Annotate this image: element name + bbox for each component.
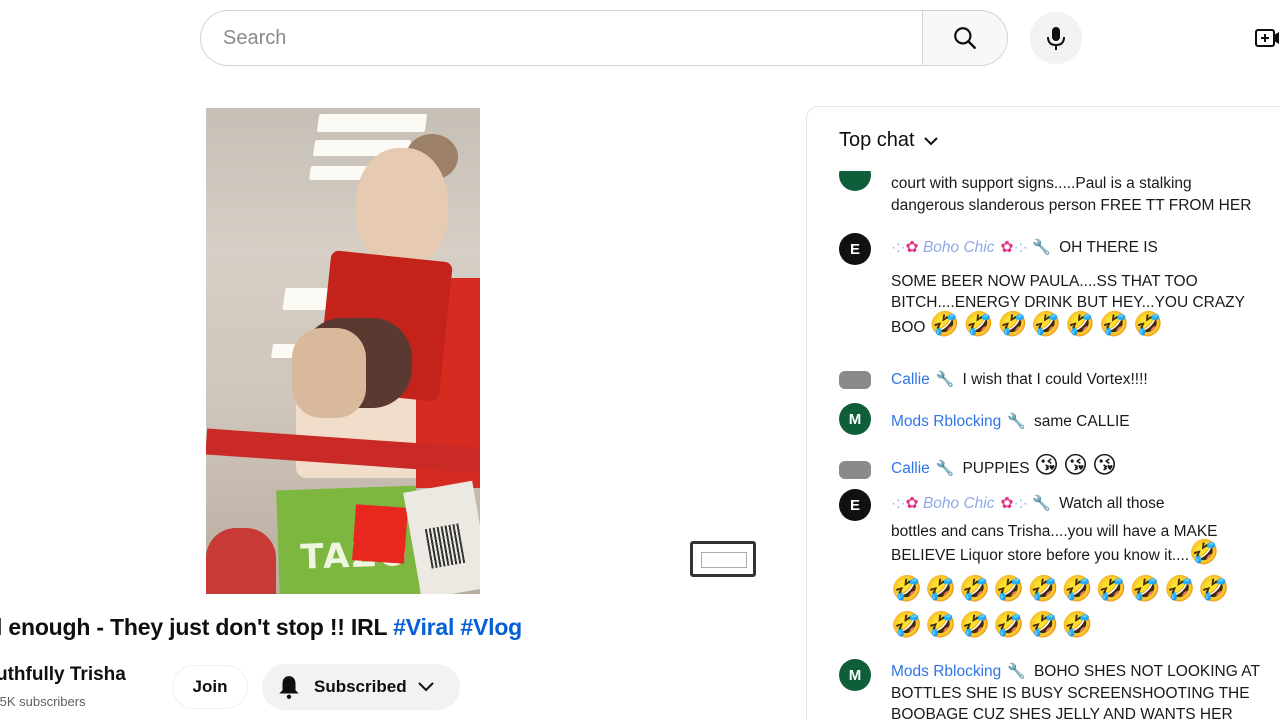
search-input[interactable]	[223, 26, 924, 50]
hashtag-viral[interactable]: #Viral	[393, 614, 454, 640]
avatar[interactable]: M	[839, 403, 871, 435]
message-text: Callie 🔧 PUPPIES 😘😘😘	[891, 451, 1280, 484]
sparkle-icon: ·:·	[1013, 495, 1029, 512]
author-name[interactable]: Mods Rblocking	[891, 413, 1001, 430]
moderator-wrench-icon: 🔧	[1007, 413, 1026, 430]
flower-icon: ✿	[905, 495, 919, 512]
author-name[interactable]: Callie	[891, 371, 930, 388]
message-line: dangerous slanderous person FREE TT FROM…	[891, 196, 1252, 214]
avatar[interactable]	[839, 371, 871, 389]
message-text: Mods Rblocking 🔧 BOHO SHES NOT LOOKING AT …	[891, 661, 1280, 720]
message-line: I wish that I could Vortex!!!!	[962, 371, 1148, 388]
author-name[interactable]: Boho Chic	[923, 239, 995, 256]
message-line: BOOBAGE CUZ SHES JELLY AND WANTS HER	[891, 706, 1233, 720]
avatar	[839, 171, 871, 191]
flower-icon: ✿	[1000, 495, 1014, 512]
back-arrow-icon[interactable]: ‹	[0, 30, 4, 44]
video-title: l enough - They just don't stop !! IRL #…	[0, 614, 522, 641]
moderator-wrench-icon: 🔧	[935, 371, 955, 388]
create-video-icon	[1255, 29, 1279, 47]
message-line: PUPPIES	[962, 460, 1030, 477]
avatar[interactable]: M	[839, 659, 871, 691]
message-text: Mods Rblocking 🔧 same CALLIE	[891, 411, 1280, 433]
miniplayer-button[interactable]	[690, 541, 756, 577]
moderator-wrench-icon: 🔧	[1007, 663, 1026, 680]
live-chat-panel: Top chat court with support signs.....Pa…	[806, 106, 1280, 720]
message-text: ·:·✿ Boho Chic ✿·:· 🔧 OH THERE IS SOME BEE…	[891, 237, 1280, 338]
ceiling-light	[282, 288, 332, 310]
video-player[interactable]: TAZO	[206, 108, 480, 594]
mic-icon	[1047, 27, 1065, 50]
hashtag-vlog[interactable]: #Vlog	[460, 614, 522, 640]
author-name[interactable]: Callie	[891, 460, 930, 477]
message-line: BOO	[891, 318, 926, 336]
chevron-down-icon	[417, 682, 434, 692]
flower-icon: ✿	[905, 239, 919, 256]
rofl-emoji-row: 🤣🤣🤣🤣🤣🤣	[891, 610, 1096, 639]
subscribed-label: Subscribed	[314, 677, 407, 696]
moderator-wrench-icon: 🔧	[1032, 239, 1052, 256]
bell-icon	[279, 676, 299, 699]
search-box[interactable]	[200, 10, 924, 66]
author-name[interactable]: Mods Rblocking	[891, 663, 1001, 680]
moderator-wrench-icon: 🔧	[1032, 495, 1052, 512]
message-line: BOHO SHES NOT LOOKING AT	[1033, 663, 1260, 680]
person-head	[356, 148, 448, 266]
voice-search-button[interactable]	[1030, 12, 1082, 64]
rofl-emoji-group: 🤣🤣🤣🤣🤣🤣🤣	[929, 310, 1167, 338]
red-item	[206, 528, 276, 594]
message-text: court with support signs.....Paul is a s…	[891, 173, 1280, 216]
search-icon	[954, 27, 976, 49]
message-line: Watch all those	[1059, 495, 1165, 512]
moderator-wrench-icon: 🔧	[935, 460, 955, 477]
message-text: ·:·✿ Boho Chic ✿·:· 🔧 Watch all those bott…	[891, 493, 1280, 643]
message-line: court with support signs.....Paul is a s…	[891, 175, 1192, 192]
chat-mode-selector[interactable]: Top chat	[839, 129, 939, 152]
sparkle-icon: ·:·	[1013, 239, 1029, 256]
message-line: same CALLIE	[1033, 413, 1130, 430]
subscribed-button[interactable]: Subscribed	[262, 664, 460, 710]
video-title-text: l enough - They just don't stop !! IRL	[0, 614, 394, 640]
chat-mode-label: Top chat	[839, 129, 915, 151]
barcode	[424, 523, 466, 569]
author-name[interactable]: Boho Chic	[923, 495, 995, 512]
message-line: SOME BEER NOW PAULA....SS THAT TOO	[891, 272, 1198, 290]
kiss-emoji-group: 😘😘😘	[1033, 452, 1122, 479]
message-text: Callie 🔧 I wish that I could Vortex!!!!	[891, 369, 1280, 391]
chat-message-list[interactable]: court with support signs.....Paul is a s…	[807, 171, 1280, 720]
rofl-emoji: 🤣	[1189, 539, 1223, 566]
message-line: BELIEVE Liquor store before you know it.…	[891, 547, 1190, 564]
flower-icon: ✿	[1000, 239, 1014, 256]
price-tag	[352, 504, 408, 564]
avatar[interactable]	[839, 461, 871, 479]
message-line: BOTTLES SHE IS BUSY SCREENSHOOTING THE	[891, 684, 1250, 702]
sparkle-icon: ·:·	[891, 239, 906, 256]
channel-name[interactable]: uthfully Trisha	[0, 664, 126, 686]
sparkle-icon: ·:·	[891, 495, 906, 512]
avatar[interactable]: E	[839, 489, 871, 521]
person-hand	[292, 328, 366, 418]
join-button[interactable]: Join	[172, 665, 248, 709]
search-button[interactable]	[922, 10, 1008, 66]
avatar[interactable]: E	[839, 233, 871, 265]
ceiling-light	[316, 114, 428, 132]
message-line: OH THERE IS	[1059, 239, 1158, 256]
subscriber-count: .5K subscribers	[0, 694, 86, 709]
create-button[interactable]	[1252, 24, 1280, 52]
rofl-emoji-row: 🤣🤣🤣🤣🤣🤣🤣🤣🤣🤣	[891, 574, 1233, 603]
chevron-down-icon	[923, 136, 938, 145]
